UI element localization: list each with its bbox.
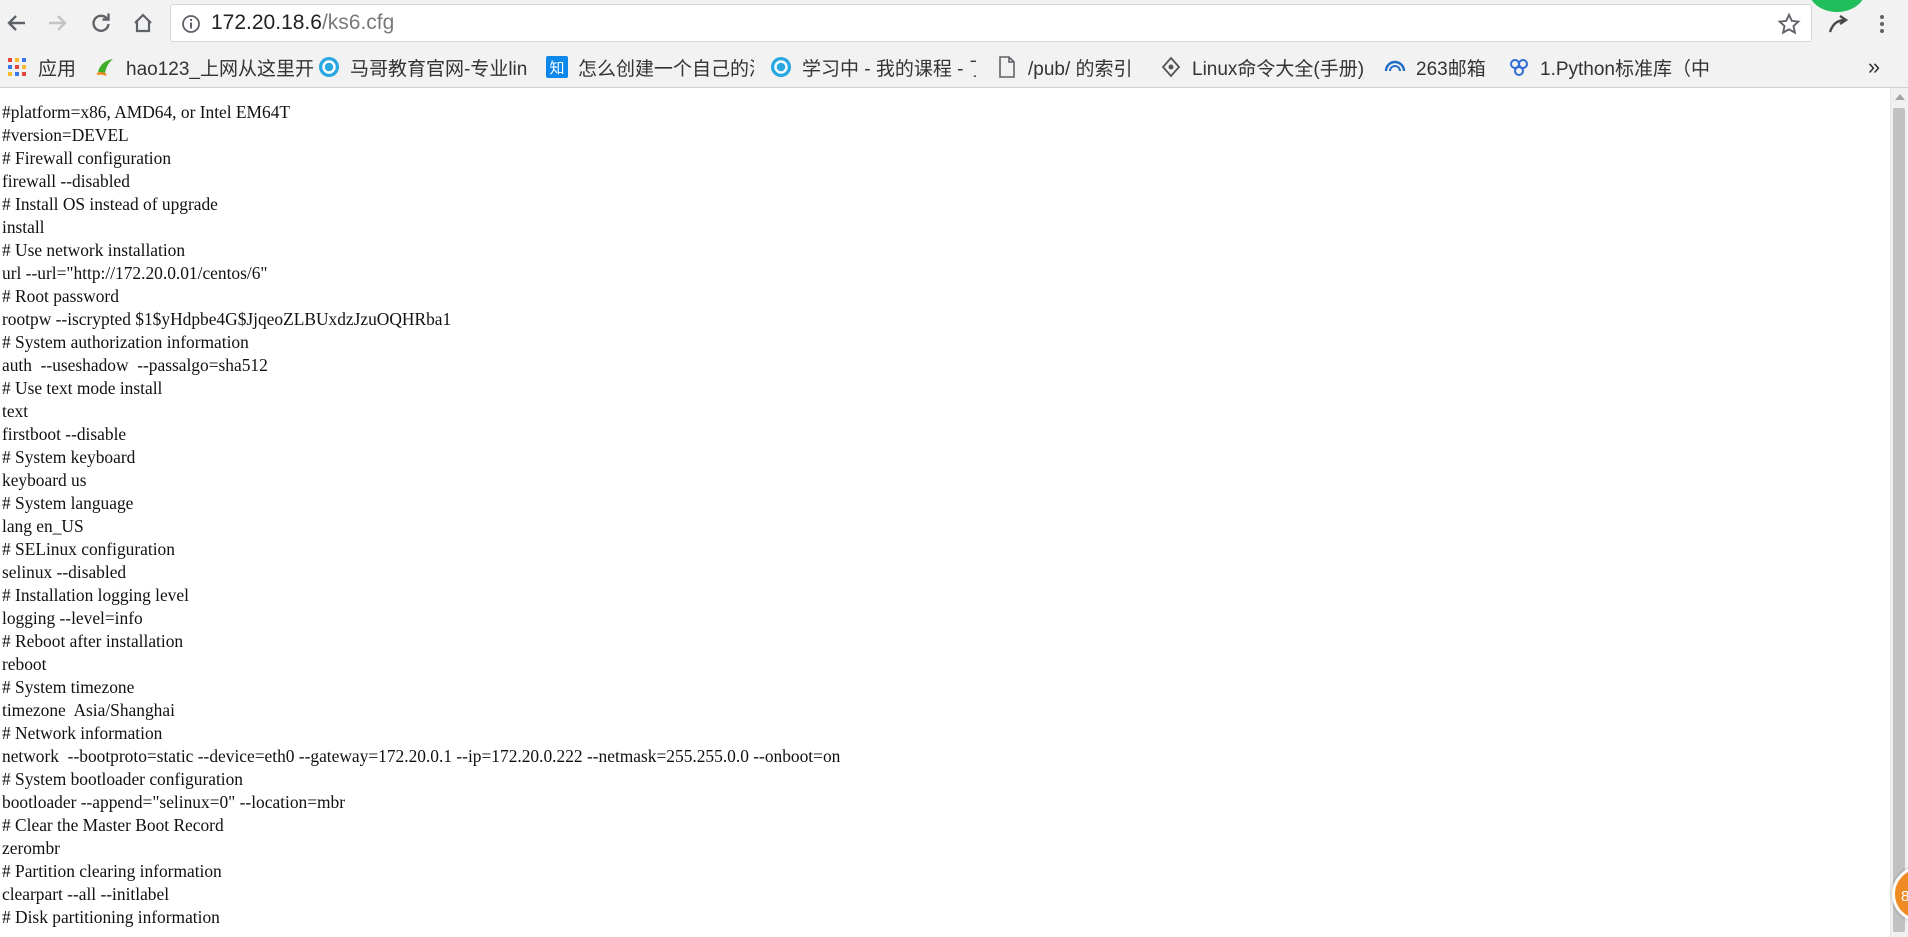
bookmark-star-icon[interactable] xyxy=(1777,12,1801,36)
browser-toolbar: 172.20.18.6/ks6.cfg xyxy=(0,0,1908,46)
scrollbar-thumb[interactable] xyxy=(1893,108,1905,932)
python-doc-icon xyxy=(1508,56,1530,78)
bookmark-label: hao123_上网从这里开 xyxy=(126,58,314,80)
forward-button[interactable] xyxy=(42,8,72,38)
scroll-up-arrow-icon[interactable] xyxy=(1895,94,1905,100)
bookmark-label: 应用 xyxy=(38,58,77,80)
forward-arrow-icon xyxy=(49,15,67,31)
info-icon[interactable] xyxy=(181,14,201,34)
home-icon xyxy=(134,13,152,33)
page-content: #platform=x86, AMD64, or Intel EM64T #ve… xyxy=(0,88,1890,937)
url-text[interactable]: 172.20.18.6/ks6.cfg xyxy=(211,5,394,41)
address-bar[interactable]: 172.20.18.6/ks6.cfg xyxy=(170,4,1812,42)
bookmark-263-mail[interactable]: 263邮箱 xyxy=(1384,46,1496,88)
bookmark-python-doc[interactable]: 1.Python标准库（中 xyxy=(1508,46,1714,88)
bookmark-hao123[interactable]: hao123_上网从这里开 xyxy=(94,46,334,88)
bookmark-label: Linux命令大全(手册)_ xyxy=(1192,58,1364,80)
reload-icon xyxy=(92,13,110,32)
apps-grid-icon xyxy=(6,56,28,78)
bookmark-label: 263邮箱 xyxy=(1416,58,1486,80)
back-arrow-icon xyxy=(7,15,25,31)
bookmark-linux-cmd[interactable]: Linux命令大全(手册)_ xyxy=(1160,46,1364,88)
reload-button[interactable] xyxy=(86,8,116,38)
page-icon xyxy=(996,56,1018,78)
bookmark-label: 学习中 - 我的课程 - 了 xyxy=(802,58,976,80)
sync-extension-icon[interactable] xyxy=(1826,12,1850,36)
bookmark-pub-index[interactable]: /pub/ 的索引 xyxy=(996,46,1144,88)
vertical-scrollbar[interactable] xyxy=(1890,88,1908,937)
url-path: /ks6.cfg xyxy=(321,11,395,34)
kickstart-config-text: #platform=x86, AMD64, or Intel EM64T #ve… xyxy=(2,102,841,927)
bookmarks-overflow-chevron-icon[interactable]: » xyxy=(1862,55,1886,79)
bookmark-magedu[interactable]: 马哥教育官网-专业lin xyxy=(318,46,530,88)
url-host: 172.20.18.6 xyxy=(211,11,322,34)
bookmark-label: /pub/ 的索引 xyxy=(1028,58,1133,80)
bookmark-label: 1.Python标准库（中 xyxy=(1540,58,1710,80)
bookmarks-bar: 应用 hao123_上网从这里开 马哥教育官网-专业lin 知 怎么创建一个自己… xyxy=(0,46,1908,88)
bookmark-course[interactable]: 学习中 - 我的课程 - 了 xyxy=(770,46,976,88)
bookmark-zhihu[interactable]: 知 怎么创建一个自己的涉 xyxy=(546,46,754,88)
magedu-course-icon xyxy=(770,56,792,78)
home-button[interactable] xyxy=(128,8,158,38)
263-mail-icon xyxy=(1384,56,1406,78)
bookmark-apps[interactable]: 应用 xyxy=(6,46,82,88)
extension-green-icon[interactable] xyxy=(1808,0,1866,12)
magedu-icon xyxy=(318,56,340,78)
bookmark-label: 马哥教育官网-专业lin xyxy=(350,58,528,80)
linux-cmd-icon xyxy=(1160,56,1182,78)
menu-dots-icon[interactable] xyxy=(1876,12,1888,36)
hao123-icon xyxy=(94,56,116,78)
zhihu-icon: 知 xyxy=(546,56,568,78)
bookmark-label: 怎么创建一个自己的涉 xyxy=(578,58,754,80)
back-button[interactable] xyxy=(2,8,32,38)
